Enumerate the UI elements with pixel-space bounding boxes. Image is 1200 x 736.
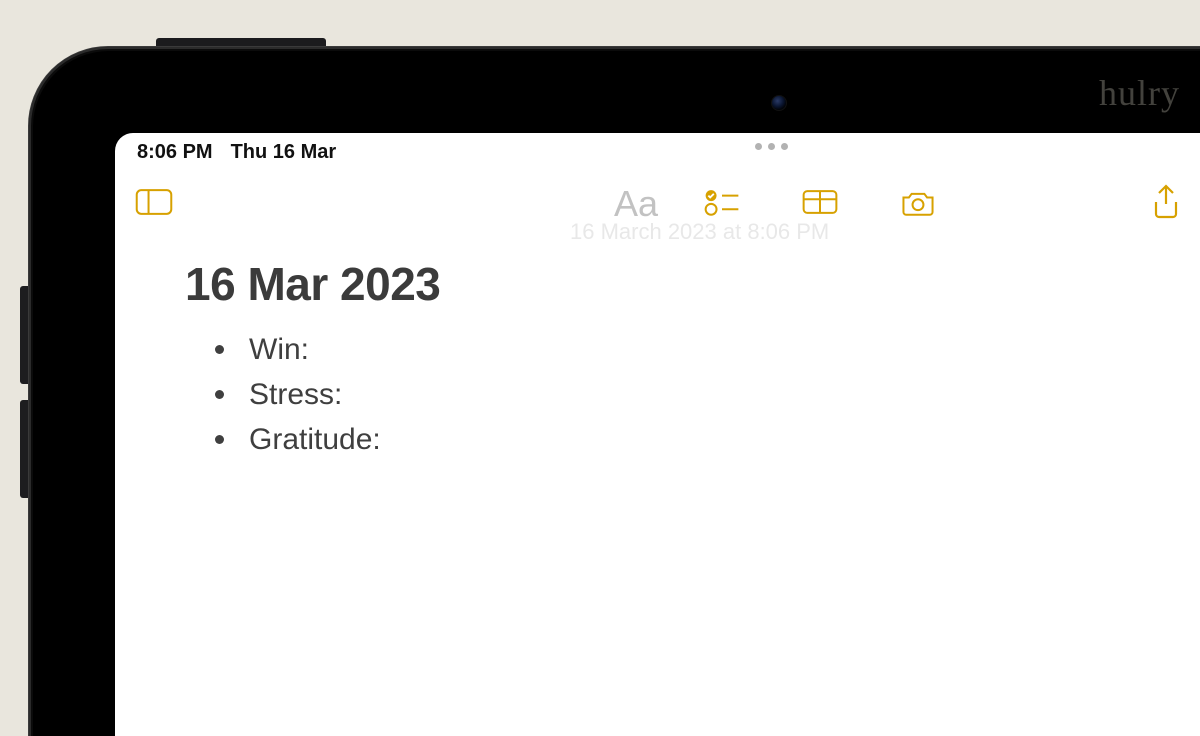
camera-icon bbox=[898, 182, 938, 227]
list-item: Gratitude: bbox=[215, 417, 1169, 462]
notes-toolbar: Aa bbox=[115, 171, 1200, 237]
share-button[interactable] bbox=[1139, 182, 1193, 226]
toggle-sidebar-button[interactable] bbox=[127, 182, 181, 226]
screen: 8:06 PM Thu 16 Mar 16 March 2023 at 8:06… bbox=[115, 133, 1200, 736]
window-menu-dots[interactable] bbox=[755, 143, 788, 150]
status-bar: 8:06 PM Thu 16 Mar bbox=[115, 133, 1200, 171]
table-icon bbox=[800, 182, 840, 227]
insert-photo-button[interactable] bbox=[891, 182, 945, 226]
checklist-button[interactable] bbox=[695, 182, 749, 226]
front-camera bbox=[771, 95, 787, 111]
checklist-icon bbox=[702, 182, 742, 227]
note-bullet-list: Win: Stress: Gratitude: bbox=[185, 327, 1169, 462]
note-body[interactable]: 16 Mar 2023 Win: Stress: Gratitude: bbox=[115, 237, 1200, 462]
list-item: Stress: bbox=[215, 372, 1169, 417]
device-volume-down-button bbox=[20, 400, 28, 498]
sidebar-icon bbox=[134, 182, 174, 227]
note-title: 16 Mar 2023 bbox=[185, 257, 1169, 311]
device-top-button bbox=[156, 38, 326, 46]
text-format-icon: Aa bbox=[614, 183, 658, 225]
insert-table-button[interactable] bbox=[793, 182, 847, 226]
status-time: 8:06 PM bbox=[137, 141, 213, 164]
share-icon bbox=[1146, 182, 1186, 227]
format-text-button[interactable]: Aa bbox=[609, 182, 663, 226]
watermark-text: hulry bbox=[1099, 72, 1180, 114]
ipad-frame: 8:06 PM Thu 16 Mar 16 March 2023 at 8:06… bbox=[28, 46, 1200, 736]
device-volume-up-button bbox=[20, 286, 28, 384]
list-item: Win: bbox=[215, 327, 1169, 372]
status-date: Thu 16 Mar bbox=[231, 141, 337, 164]
